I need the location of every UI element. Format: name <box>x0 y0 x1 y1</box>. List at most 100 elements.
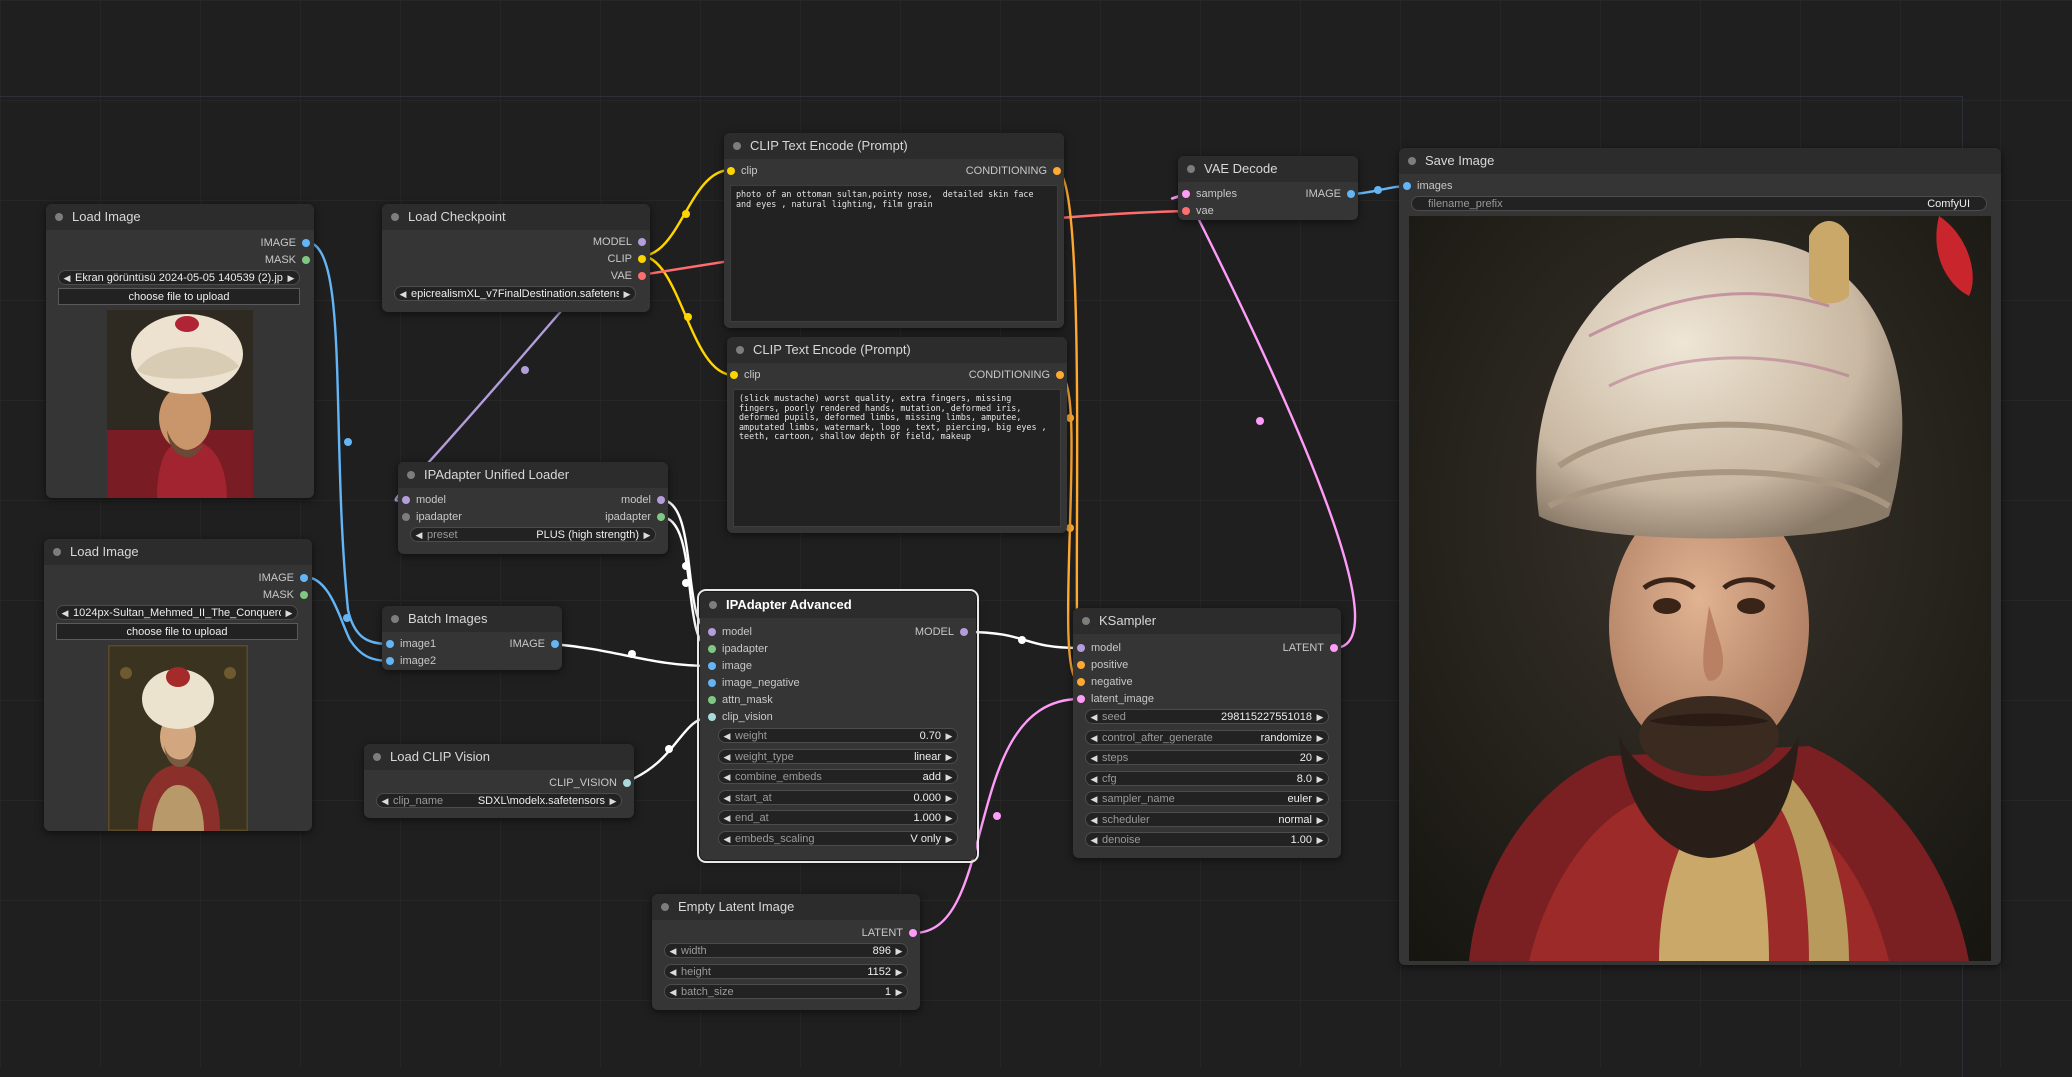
output-model[interactable]: MODEL <box>915 625 968 639</box>
output-model[interactable]: MODEL <box>593 235 646 249</box>
preset-select[interactable]: ◀ preset PLUS (high strength) ▶ <box>410 527 656 542</box>
collapse-dot[interactable] <box>733 142 741 150</box>
input-model[interactable]: model <box>708 625 752 639</box>
output-ipadapter[interactable]: ipadapter <box>605 510 665 524</box>
node-title[interactable]: Load Image <box>46 204 314 230</box>
node-title[interactable]: KSampler <box>1073 608 1341 634</box>
ipadapter-advanced-node[interactable]: IPAdapter Advanced model ipadapter image… <box>697 589 979 863</box>
input-image1[interactable]: image1 <box>386 637 436 651</box>
input-ipadapter[interactable]: ipadapter <box>708 642 768 656</box>
ipadapter-unified-loader-node[interactable]: IPAdapter Unified Loader model ipadapter… <box>398 462 668 554</box>
sampler-name-widget[interactable]: ◀ sampler_name euler ▶ <box>1085 791 1329 806</box>
input-attn-mask[interactable]: attn_mask <box>708 693 773 707</box>
collapse-dot[interactable] <box>1082 617 1090 625</box>
output-latent[interactable]: LATENT <box>1283 641 1338 655</box>
collapse-dot[interactable] <box>661 903 669 911</box>
collapse-dot[interactable] <box>407 471 415 479</box>
height-widget[interactable]: ◀ height 1152 ▶ <box>664 964 908 979</box>
embeds-scaling-widget[interactable]: ◀ embeds_scaling V only ▶ <box>718 831 958 846</box>
load-image-node-1[interactable]: Load Image IMAGE MASK ◀ Ekran görüntüsü 2… <box>46 204 314 498</box>
ckpt-name-select[interactable]: ◀ epicrealismXL_v7FinalDestination.safete… <box>394 286 636 301</box>
node-title[interactable]: Save Image <box>1399 148 2001 174</box>
node-title[interactable]: IPAdapter Unified Loader <box>398 462 668 488</box>
cfg-widget[interactable]: ◀ cfg 8.0 ▶ <box>1085 771 1329 786</box>
width-widget[interactable]: ◀ width 896 ▶ <box>664 943 908 958</box>
node-title[interactable]: VAE Decode <box>1178 156 1358 182</box>
collapse-dot[interactable] <box>391 615 399 623</box>
output-conditioning[interactable]: CONDITIONING <box>966 164 1061 178</box>
input-positive[interactable]: positive <box>1077 658 1128 672</box>
node-title[interactable]: Empty Latent Image <box>652 894 920 920</box>
load-checkpoint-node[interactable]: Load Checkpoint MODEL CLIP VAE ◀ epicreal… <box>382 204 650 312</box>
save-image-node[interactable]: Save Image images filename_prefix ComfyUI <box>1399 148 2001 965</box>
collapse-dot[interactable] <box>53 548 61 556</box>
node-title[interactable]: Load Image <box>44 539 312 565</box>
collapse-dot[interactable] <box>373 753 381 761</box>
node-title[interactable]: CLIP Text Encode (Prompt) <box>724 133 1064 159</box>
ksampler-node[interactable]: KSampler model positive negative latent_… <box>1073 608 1341 858</box>
collapse-dot[interactable] <box>55 213 63 221</box>
image-select[interactable]: ◀ Ekran görüntüsü 2024-05-05 140539 (2).j… <box>58 270 300 285</box>
collapse-dot[interactable] <box>391 213 399 221</box>
collapse-dot[interactable] <box>1408 157 1416 165</box>
output-image[interactable]: IMAGE <box>259 571 308 585</box>
input-ipadapter[interactable]: ipadapter <box>402 510 462 524</box>
denoise-widget[interactable]: ◀ denoise 1.00 ▶ <box>1085 832 1329 847</box>
output-clip[interactable]: CLIP <box>608 252 646 266</box>
end-at-widget[interactable]: ◀ end_at 1.000 ▶ <box>718 810 958 825</box>
collapse-dot[interactable] <box>709 601 717 609</box>
input-image2[interactable]: image2 <box>386 654 436 668</box>
output-mask[interactable]: MASK <box>265 253 310 267</box>
batch-images-node[interactable]: Batch Images image1 image2 IMAGE <box>382 606 562 670</box>
prompt-textarea[interactable]: photo of an ottoman sultan,pointy nose, … <box>730 185 1058 322</box>
input-clip-vision[interactable]: clip_vision <box>708 710 773 724</box>
output-mask[interactable]: MASK <box>263 588 308 602</box>
input-image-negative[interactable]: image_negative <box>708 676 800 690</box>
input-model[interactable]: model <box>1077 641 1121 655</box>
output-image[interactable]: IMAGE <box>1306 187 1355 201</box>
clip-name-select[interactable]: ◀ clip_name SDXL\modelx.safetensors ▶ <box>376 793 622 808</box>
input-image[interactable]: image <box>708 659 752 673</box>
weight-type-widget[interactable]: ◀ weight_type linear ▶ <box>718 749 958 764</box>
input-latent-image[interactable]: latent_image <box>1077 692 1154 706</box>
output-latent[interactable]: LATENT <box>862 926 917 940</box>
weight-widget[interactable]: ◀ weight 0.70 ▶ <box>718 728 958 743</box>
output-model[interactable]: model <box>621 493 665 507</box>
combine-embeds-widget[interactable]: ◀ combine_embeds add ▶ <box>718 769 958 784</box>
output-image[interactable]: IMAGE <box>261 236 310 250</box>
input-clip[interactable]: clip <box>727 164 758 178</box>
input-clip[interactable]: clip <box>730 368 761 382</box>
node-title[interactable]: IPAdapter Advanced <box>700 592 976 618</box>
collapse-dot[interactable] <box>736 346 744 354</box>
control-after-generate-widget[interactable]: ◀ control_after_generate randomize ▶ <box>1085 730 1329 745</box>
input-samples[interactable]: samples <box>1182 187 1237 201</box>
prompt-textarea[interactable]: (slick mustache) worst quality, extra fi… <box>733 389 1061 527</box>
clip-text-encode-positive-node[interactable]: CLIP Text Encode (Prompt) clip CONDITION… <box>724 133 1064 328</box>
load-image-node-2[interactable]: Load Image IMAGE MASK ◀ 1024px-Sultan_Meh… <box>44 539 312 831</box>
empty-latent-image-node[interactable]: Empty Latent Image LATENT ◀ width 896 ▶ ◀ he… <box>652 894 920 1010</box>
scheduler-widget[interactable]: ◀ scheduler normal ▶ <box>1085 812 1329 827</box>
image-select[interactable]: ◀1024px-Sultan_Mehmed_II_The_Conqueror (… <box>56 605 298 620</box>
output-clip-vision[interactable]: CLIP_VISION <box>549 776 631 790</box>
seed-widget[interactable]: ◀ seed 298115227551018 ▶ <box>1085 709 1329 724</box>
batch-size-widget[interactable]: ◀ batch_size 1 ▶ <box>664 984 908 999</box>
collapse-dot[interactable] <box>1187 165 1195 173</box>
upload-button[interactable]: choose file to upload <box>58 288 300 305</box>
node-title[interactable]: Load Checkpoint <box>382 204 650 230</box>
input-vae[interactable]: vae <box>1182 204 1214 218</box>
input-model[interactable]: model <box>402 493 446 507</box>
input-images[interactable]: images <box>1403 179 1452 193</box>
vae-decode-node[interactable]: VAE Decode samples vae IMAGE <box>1178 156 1358 220</box>
node-title[interactable]: CLIP Text Encode (Prompt) <box>727 337 1067 363</box>
output-vae[interactable]: VAE <box>611 269 646 283</box>
node-title[interactable]: Load CLIP Vision <box>364 744 634 770</box>
output-image[interactable]: IMAGE <box>510 637 559 651</box>
upload-button[interactable]: choose file to upload <box>56 623 298 640</box>
load-clip-vision-node[interactable]: Load CLIP Vision CLIP_VISION ◀ clip_name S… <box>364 744 634 818</box>
output-conditioning[interactable]: CONDITIONING <box>969 368 1064 382</box>
clip-text-encode-negative-node[interactable]: CLIP Text Encode (Prompt) clip CONDITION… <box>727 337 1067 533</box>
node-title[interactable]: Batch Images <box>382 606 562 632</box>
steps-widget[interactable]: ◀ steps 20 ▶ <box>1085 750 1329 765</box>
input-negative[interactable]: negative <box>1077 675 1133 689</box>
start-at-widget[interactable]: ◀ start_at 0.000 ▶ <box>718 790 958 805</box>
